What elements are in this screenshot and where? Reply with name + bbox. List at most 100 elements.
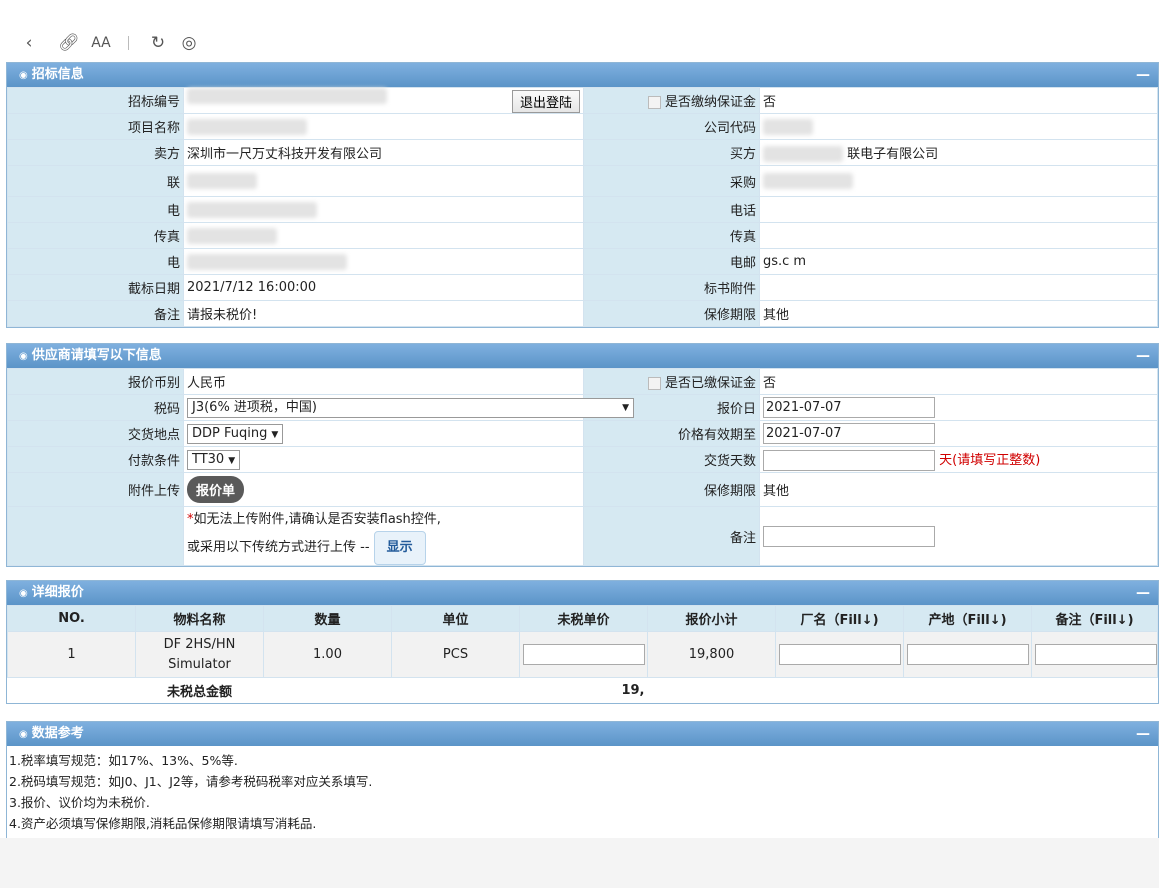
link-icon[interactable]: 🔗︎: [58, 32, 80, 54]
redacted-company-code: [763, 118, 813, 135]
panel-icon: ◉: [19, 588, 28, 599]
logout-button[interactable]: 退出登陆: [511, 90, 580, 113]
delivery-select-value: DDP Fuqing: [192, 425, 268, 441]
deadline-value: 2021/7/12 16:00:00: [183, 274, 584, 301]
deposit-paid-value: 否: [759, 368, 1158, 395]
panel-title: 供应商请填写以下信息: [31, 348, 162, 363]
bid-info-panel: ◉ 招标信息 — 招标编号 退出登陆 是否缴纳保证金 否 项目名称 公司代码 卖方…: [6, 62, 1159, 328]
deposit-checkbox[interactable]: [647, 96, 661, 109]
row-factory-cell: [775, 631, 904, 678]
deposit-paid-label: 是否已缴保证金: [664, 376, 756, 391]
project-value: [183, 113, 584, 140]
collapse-icon[interactable]: —: [1136, 344, 1150, 368]
redacted-bid-no: [187, 88, 387, 104]
delivery-days-cell: 天(请填写正整数): [759, 446, 1158, 473]
valid-until-cell: 2021-07-07: [759, 420, 1158, 447]
row-qty: 1.00: [263, 631, 392, 678]
deposit-paid-label-cell: 是否已缴保证金: [583, 368, 760, 395]
buyer-value: 联电子有限公司: [847, 146, 939, 162]
factory-input[interactable]: [779, 644, 901, 665]
unit-price-input[interactable]: [523, 644, 645, 665]
back-icon[interactable]: ‹: [18, 32, 40, 54]
tax-select-value: J3(6% 进项税，中国): [192, 399, 318, 415]
deposit-label-cell: 是否缴纳保证金: [583, 87, 760, 114]
show-button[interactable]: 显示: [373, 531, 426, 565]
tax-label: 税码: [7, 394, 184, 421]
col-header[interactable]: 厂名（Fill↓): [775, 605, 904, 632]
delivery-days-label: 交货天数: [583, 446, 760, 473]
redacted-project: [187, 118, 307, 135]
remark-label: 备注: [7, 300, 184, 327]
delivery-days-hint: 天(请填写正整数): [939, 452, 1041, 468]
upload-label: 附件上传: [7, 472, 184, 507]
phone-value-right: [759, 196, 1158, 223]
deposit-paid-checkbox[interactable]: [647, 377, 661, 390]
reference-header[interactable]: ◉ 数据参考 —: [7, 722, 1158, 746]
origin-input[interactable]: [907, 644, 1029, 665]
delivery-days-input[interactable]: [763, 449, 935, 471]
quote-date-input[interactable]: 2021-07-07: [763, 397, 935, 418]
detail-header-row: NO. 物料名称 数量 单位 未税单价 报价小计 厂名（Fill↓) 产地（Fi…: [7, 605, 1158, 632]
remark-value: 请报未税价!: [183, 300, 584, 327]
bid-info-header[interactable]: ◉ 招标信息 —: [7, 63, 1158, 87]
collapse-icon[interactable]: —: [1136, 63, 1150, 87]
supplier-remark-input[interactable]: [763, 525, 935, 547]
warranty-label-2: 保修期限: [583, 472, 760, 507]
col-header[interactable]: 产地（Fill↓): [903, 605, 1032, 632]
compass-icon[interactable]: ◎: [178, 32, 200, 54]
detail-quote-panel: ◉ 详细报价 — NO. 物料名称 数量 单位 未税单价 报价小计 厂名（Fill…: [6, 580, 1159, 704]
deadline-label: 截标日期: [7, 274, 184, 301]
seller-label: 卖方: [7, 139, 184, 166]
supplier-remark-cell: [759, 506, 1158, 566]
bid-no-label: 招标编号: [7, 87, 184, 114]
row-unit: PCS: [391, 631, 520, 678]
row-remark-input[interactable]: [1035, 644, 1157, 665]
tax-select[interactable]: J3(6% 进项税，中国) ▼: [187, 397, 634, 418]
payment-cell: TT30 ▼: [183, 446, 584, 473]
delivery-select[interactable]: DDP Fuqing ▼: [187, 423, 284, 444]
note-line: 1.税率填写规范：如17%、13%、5%等.: [9, 753, 238, 768]
col-header: 物料名称: [135, 605, 264, 632]
panel-icon: ◉: [19, 70, 28, 81]
refresh-icon[interactable]: ↻: [147, 32, 169, 54]
table-row: 1 DF 2HS/HN Simulator 1.00 PCS 19,800: [7, 631, 1158, 678]
supplier-info-panel: ◉ 供应商请填写以下信息 — 报价币别 人民币 是否已缴保证金 否 税码 J3(6…: [6, 343, 1159, 567]
note-line: 3.报价、议价均为未税价.: [9, 795, 150, 810]
phone-label-left: 电: [7, 196, 184, 223]
email-value-right: gs.c m: [759, 248, 1158, 275]
attachment-value: [759, 274, 1158, 301]
text-size-icon[interactable]: AA: [90, 32, 112, 54]
currency-label: 报价币别: [7, 368, 184, 395]
material-line-2: Simulator: [168, 656, 231, 672]
detail-quote-header[interactable]: ◉ 详细报价 —: [7, 581, 1158, 605]
supplier-info-table: 报价币别 人民币 是否已缴保证金 否 税码 J3(6% 进项税，中国) ▼ 报价日…: [7, 368, 1158, 566]
col-header[interactable]: 备注（Fill↓): [1031, 605, 1158, 632]
valid-until-input[interactable]: 2021-07-07: [763, 423, 935, 444]
panel-icon: ◉: [19, 729, 28, 740]
col-header: 数量: [263, 605, 392, 632]
row-subtotal: 19,800: [647, 631, 776, 678]
seller-value: 深圳市一尺万丈科技开发有限公司: [183, 139, 584, 166]
supplier-info-header[interactable]: ◉ 供应商请填写以下信息 —: [7, 344, 1158, 368]
total-label: 未税总金额: [166, 685, 232, 700]
redacted-email: [187, 253, 347, 270]
panel-icon: ◉: [19, 351, 28, 362]
collapse-icon[interactable]: —: [1136, 722, 1150, 746]
bid-no-cell: 退出登陆: [183, 87, 584, 114]
note-line: 2.税码填写规范：如J0、J1、J2等，请参考税码税率对应关系填写.: [9, 774, 373, 789]
deposit-value: 否: [759, 87, 1158, 114]
quote-date-cell: 2021-07-07: [759, 394, 1158, 421]
attachment-label: 标书附件: [583, 274, 760, 301]
collapse-icon[interactable]: —: [1136, 581, 1150, 605]
phone-label-right: 电话: [583, 196, 760, 223]
supplier-remark-label: 备注: [583, 506, 760, 566]
upload-quote-button[interactable]: 报价单: [187, 476, 245, 503]
buyer-label: 买方: [583, 139, 760, 166]
contact-label: 联: [7, 165, 184, 197]
reference-panel: ◉ 数据参考 — 1.税率填写规范：如17%、13%、5%等. 2.税码填写规范：…: [6, 721, 1159, 841]
warranty-label: 保修期限: [583, 300, 760, 327]
redacted-phone: [187, 201, 317, 218]
panel-title: 招标信息: [31, 67, 84, 82]
payment-select[interactable]: TT30 ▼: [187, 449, 241, 470]
warranty-value: 其他: [759, 300, 1158, 327]
